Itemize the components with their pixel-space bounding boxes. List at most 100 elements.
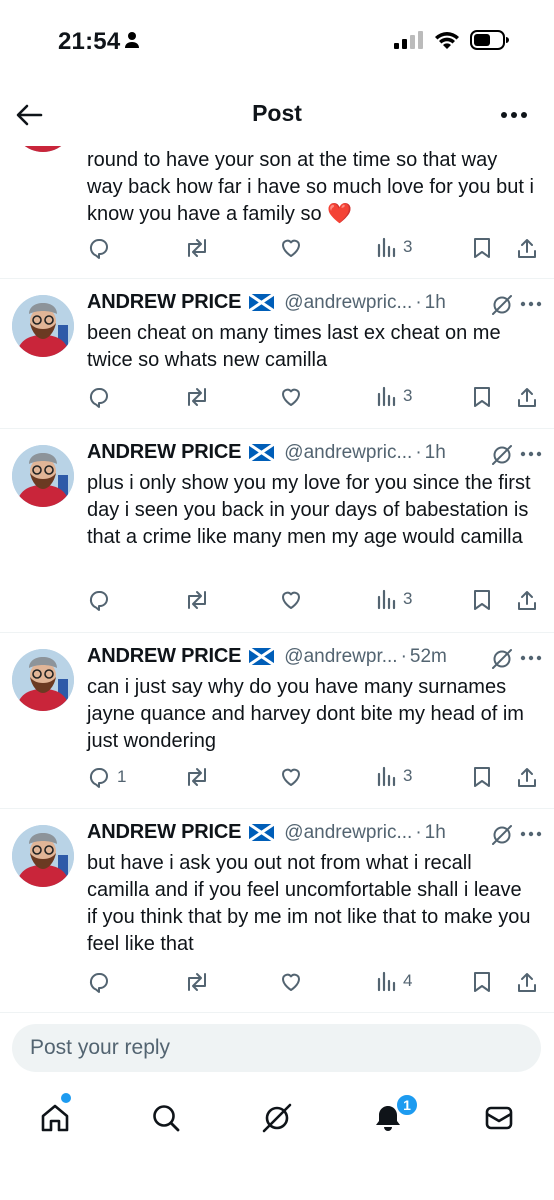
battery-icon — [470, 30, 509, 50]
view-count: 4 — [403, 971, 413, 990]
views-button[interactable]: 3 — [377, 765, 412, 787]
notification-badge: 1 — [395, 1093, 419, 1117]
tab-grok[interactable] — [257, 1098, 297, 1138]
repost-icon — [188, 973, 206, 991]
scotland-flag-icon — [249, 824, 275, 841]
bookmark-button[interactable] — [472, 385, 492, 409]
post-text: been cheat on many times last ex cheat o… — [87, 322, 501, 371]
repost-button[interactable] — [184, 385, 210, 409]
tab-home[interactable] — [35, 1098, 75, 1138]
reply-post[interactable]: round to have your son at the time so th… — [0, 90, 554, 279]
reply-post[interactable]: ANDREW PRICE @andrewpric... · 1h but hav… — [0, 809, 554, 1013]
dot-separator: · — [415, 821, 422, 843]
avatar[interactable] — [12, 295, 74, 357]
view-count: 3 — [403, 386, 413, 405]
views-icon — [377, 386, 396, 407]
repost-button[interactable] — [184, 588, 210, 612]
bookmark-button[interactable] — [472, 970, 492, 994]
avatar[interactable] — [12, 649, 74, 711]
tab-search[interactable] — [146, 1098, 186, 1138]
repost-button[interactable] — [184, 236, 210, 260]
repost-icon — [188, 591, 206, 609]
bookmark-button[interactable] — [472, 588, 492, 612]
like-button[interactable] — [279, 970, 303, 994]
author-handle[interactable]: @andrewpric... — [284, 822, 412, 844]
grok-icon — [262, 1103, 292, 1133]
reply-post[interactable]: ANDREW PRICE @andrewpr... · 52m can i ju… — [0, 633, 554, 809]
reply-button[interactable] — [87, 970, 111, 994]
avatar[interactable] — [12, 825, 74, 887]
repost-button[interactable] — [184, 970, 210, 994]
share-button[interactable] — [516, 236, 538, 260]
more-horizontal-icon[interactable] — [520, 655, 542, 661]
page-title: Post — [252, 100, 302, 126]
share-icon — [518, 591, 536, 610]
reply-input[interactable]: Post your reply — [12, 1024, 541, 1072]
share-button[interactable] — [516, 385, 538, 409]
post-text: plus i only show you my love for you sin… — [87, 472, 531, 548]
share-button[interactable] — [516, 765, 538, 789]
author-handle[interactable]: @andrewpric... — [284, 442, 412, 464]
post-header: ANDREW PRICE @andrewpr... · 52m — [87, 645, 539, 668]
repost-icon — [188, 388, 206, 406]
like-button[interactable] — [279, 765, 303, 789]
post-time[interactable]: 52m — [410, 646, 447, 668]
views-button[interactable]: 4 — [377, 970, 412, 992]
repost-button[interactable] — [184, 765, 210, 789]
avatar[interactable] — [12, 445, 74, 507]
bookmark-button[interactable] — [472, 765, 492, 789]
bookmark-icon — [474, 590, 490, 610]
search-icon — [153, 1105, 180, 1132]
reply-button[interactable] — [87, 385, 111, 409]
author-name[interactable]: ANDREW PRICE — [87, 291, 241, 314]
more-horizontal-icon[interactable] — [500, 110, 528, 120]
like-button[interactable] — [279, 385, 303, 409]
tab-messages[interactable] — [479, 1098, 519, 1138]
reply-count: 1 — [117, 767, 127, 786]
views-button[interactable]: 3 — [377, 236, 412, 258]
person-icon — [125, 32, 139, 48]
grok-icon[interactable] — [490, 823, 514, 847]
reply-button[interactable] — [87, 588, 111, 612]
like-button[interactable] — [279, 588, 303, 612]
views-button[interactable]: 3 — [377, 385, 412, 407]
reply-icon — [89, 387, 108, 408]
views-icon — [377, 589, 396, 610]
reply-button[interactable]: 1 — [87, 765, 126, 789]
bookmark-icon — [474, 972, 490, 992]
like-icon — [282, 768, 300, 786]
share-button[interactable] — [516, 588, 538, 612]
share-button[interactable] — [516, 970, 538, 994]
dot-separator: · — [415, 291, 422, 313]
reply-post[interactable]: ANDREW PRICE @andrewpric... · 1h plus i … — [0, 429, 554, 633]
status-bar: 21:54 — [0, 0, 554, 82]
post-time[interactable]: 1h — [425, 442, 446, 464]
author-handle[interactable]: @andrewpric... — [284, 292, 412, 314]
more-horizontal-icon[interactable] — [520, 301, 542, 307]
views-button[interactable]: 3 — [377, 588, 412, 610]
more-horizontal-icon[interactable] — [520, 451, 542, 457]
reply-post[interactable]: ANDREW PRICE @andrewpric... · 1h been ch… — [0, 279, 554, 429]
bookmark-icon — [474, 767, 490, 787]
post-time[interactable]: 1h — [425, 292, 446, 314]
bottom-tab-bar: 1 — [0, 1088, 554, 1148]
author-name[interactable]: ANDREW PRICE — [87, 441, 241, 464]
author-name[interactable]: ANDREW PRICE — [87, 821, 241, 844]
post-text: round to have your son at the time so th… — [87, 149, 534, 225]
grok-icon[interactable] — [490, 443, 514, 467]
reply-icon — [89, 238, 108, 259]
more-horizontal-icon[interactable] — [520, 831, 542, 837]
bookmark-button[interactable] — [472, 236, 492, 260]
author-handle[interactable]: @andrewpr... — [284, 646, 397, 668]
post-time[interactable]: 1h — [425, 822, 446, 844]
reply-button[interactable] — [87, 236, 111, 260]
bookmark-icon — [474, 387, 490, 407]
repost-icon — [188, 768, 206, 786]
like-button[interactable] — [279, 236, 303, 260]
grok-icon[interactable] — [490, 293, 514, 317]
post-header: ANDREW PRICE @andrewpric... · 1h — [87, 291, 539, 314]
author-name[interactable]: ANDREW PRICE — [87, 645, 241, 668]
scotland-flag-icon — [249, 444, 275, 461]
reply-icon — [89, 972, 108, 993]
grok-icon[interactable] — [490, 647, 514, 671]
